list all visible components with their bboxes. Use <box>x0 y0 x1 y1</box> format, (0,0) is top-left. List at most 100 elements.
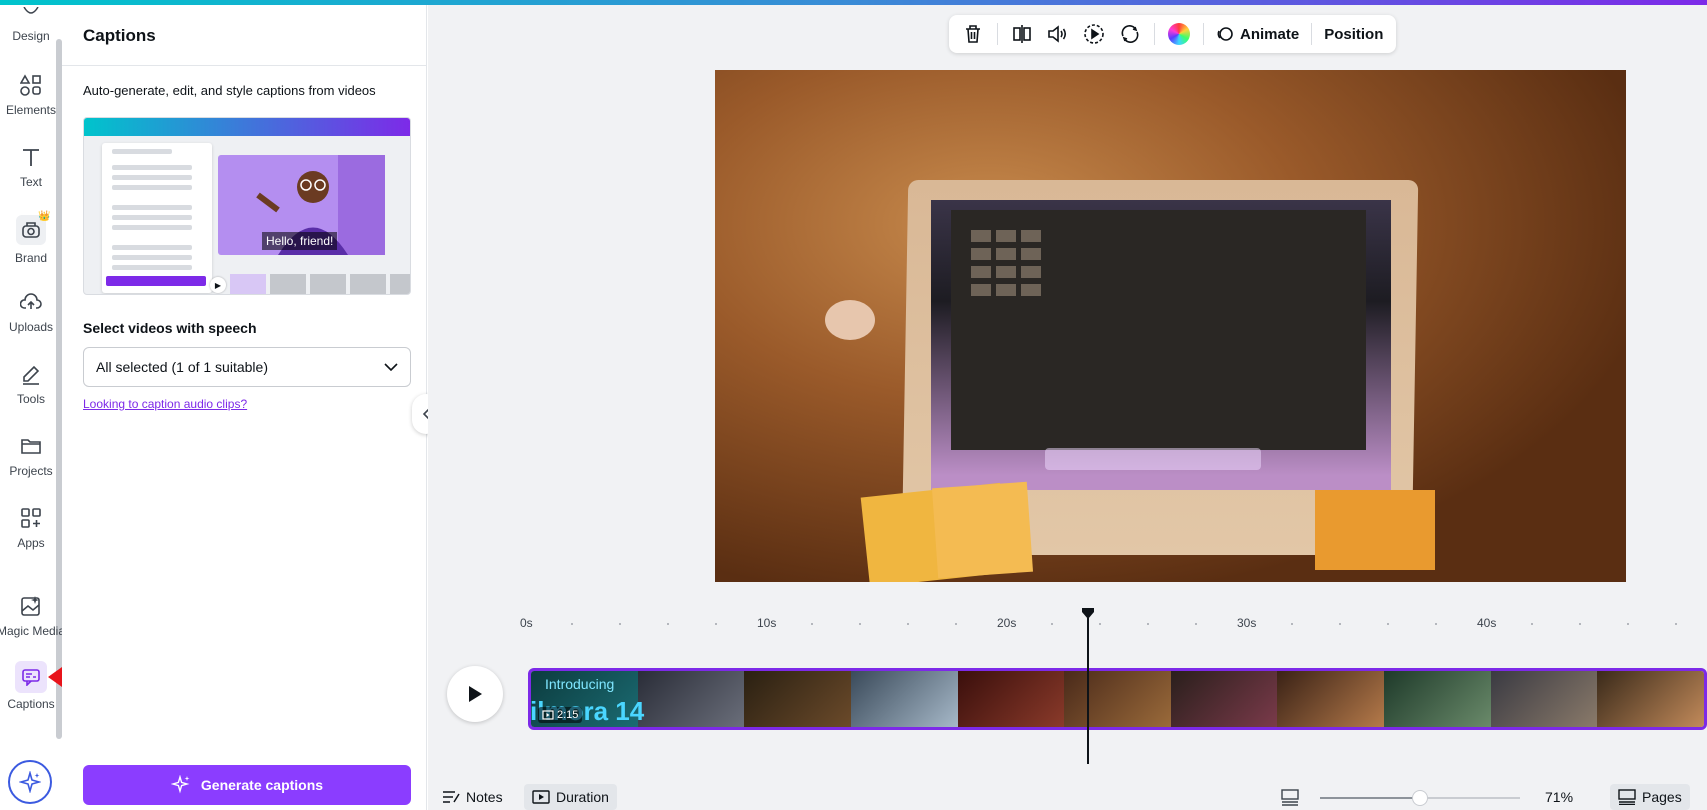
preview-strip-frame <box>350 274 386 294</box>
rail-label: Elements <box>5 103 57 117</box>
premium-crown-icon: 👑 <box>38 211 51 222</box>
divider <box>1311 23 1313 45</box>
trash-icon[interactable] <box>957 18 989 50</box>
panel-title: Captions <box>83 26 156 45</box>
select-videos-label: Select videos with speech <box>83 320 257 336</box>
tick-label: 20s <box>997 616 1017 630</box>
rail-label: Apps <box>17 536 45 550</box>
rail-item-magic-media[interactable]: Magic Media <box>0 594 66 638</box>
left-rail: Design Elements Text 👑 Brand Uploads Too… <box>0 5 90 810</box>
color-icon[interactable] <box>1163 18 1195 50</box>
rail-label: Captions <box>7 697 55 711</box>
notes-icon <box>443 791 460 803</box>
zoom-slider-knob[interactable] <box>1412 790 1428 806</box>
preview-strip-frame <box>310 274 346 294</box>
animate-button[interactable]: Animate <box>1212 18 1303 50</box>
divider <box>62 65 427 66</box>
video-select-dropdown[interactable]: All selected (1 of 1 suitable) <box>83 347 411 387</box>
playback-icon[interactable] <box>1078 18 1110 50</box>
sparkle-icon <box>19 771 41 793</box>
rail-label: Uploads <box>8 320 54 334</box>
volume-icon[interactable] <box>1042 18 1074 50</box>
preview-caption-text: Hello, friend! <box>262 232 338 250</box>
pages-button[interactable]: Pages <box>1610 784 1690 810</box>
video-clip-track[interactable] <box>528 668 1707 730</box>
loop-icon[interactable] <box>1114 18 1146 50</box>
uploads-icon <box>19 290 43 314</box>
page-view-icon <box>1281 789 1299 806</box>
tools-icon <box>19 362 43 386</box>
captions-icon <box>15 661 47 693</box>
rail-label: Design <box>12 29 50 43</box>
preview-strip-frame <box>390 274 410 294</box>
duration-button[interactable]: Duration <box>524 784 617 810</box>
zoom-value[interactable]: 71% <box>1545 784 1573 810</box>
video-laptop-window <box>951 210 1366 450</box>
text-icon <box>19 145 43 169</box>
rail-label: Tools <box>16 392 45 406</box>
rail-item-uploads[interactable]: Uploads <box>0 290 62 334</box>
zoom-slider-fill <box>1320 797 1420 799</box>
duration-icon <box>532 790 550 804</box>
flip-icon[interactable] <box>1006 18 1038 50</box>
rail-label: Brand <box>14 251 48 265</box>
zoom-slider[interactable] <box>1320 790 1520 806</box>
rail-item-design[interactable]: Design <box>0 5 62 43</box>
timeline-play-button[interactable] <box>447 666 503 722</box>
element-toolbar: Animate Position <box>949 15 1396 53</box>
notes-button[interactable]: Notes <box>442 784 503 810</box>
captions-preview-image: Hello, friend! ▶ <box>83 117 411 295</box>
video-lamp <box>825 300 875 340</box>
rail-item-tools[interactable]: Tools <box>0 362 62 406</box>
divider <box>997 23 998 45</box>
rail-label: Projects <box>9 464 53 478</box>
video-dock <box>1045 448 1261 470</box>
projects-icon <box>19 434 43 458</box>
clip-duration-badge: 2:15 <box>538 707 583 723</box>
panel-description: Auto-generate, edit, and style captions … <box>83 83 376 98</box>
tick-label: 10s <box>757 616 777 630</box>
sparkle-icon <box>170 775 190 794</box>
rail-item-elements[interactable]: Elements <box>0 73 62 117</box>
divider <box>1203 23 1204 45</box>
apps-icon <box>19 506 43 530</box>
magic-media-icon <box>19 594 43 618</box>
duration-label: Duration <box>556 789 609 805</box>
preview-gradient <box>84 118 410 136</box>
clip-duration: 2:15 <box>557 709 579 721</box>
tick-label: 0s <box>520 616 533 630</box>
chevron-down-icon <box>384 363 398 371</box>
generate-captions-button[interactable]: Generate captions <box>83 765 411 805</box>
rail-item-text[interactable]: Text <box>0 145 62 189</box>
play-icon <box>469 686 482 702</box>
position-button[interactable]: Position <box>1320 18 1387 50</box>
elements-icon <box>19 73 43 97</box>
rail-label: Magic Media <box>0 624 66 638</box>
preview-selected-bar <box>106 276 206 286</box>
design-icon <box>19 5 43 19</box>
video-sticky-note <box>1315 490 1435 570</box>
rail-label: Text <box>19 175 42 189</box>
animate-icon <box>1217 27 1233 41</box>
magic-assistant-button[interactable] <box>8 760 52 804</box>
preview-play-icon: ▶ <box>210 277 226 293</box>
playhead[interactable] <box>1087 618 1089 764</box>
caption-audio-link[interactable]: Looking to caption audio clips? <box>83 397 247 411</box>
generate-captions-label: Generate captions <box>200 777 324 793</box>
pages-label: Pages <box>1642 789 1682 805</box>
preview-caption-sheet <box>102 143 212 293</box>
animate-label: Animate <box>1240 25 1300 43</box>
video-canvas[interactable] <box>715 70 1626 582</box>
rail-item-projects[interactable]: Projects <box>0 434 62 478</box>
tick-label: 30s <box>1237 616 1257 630</box>
captions-panel: Captions Auto-generate, edit, and style … <box>62 5 427 810</box>
preview-strip-frame <box>230 274 266 294</box>
pages-icon <box>1618 789 1636 805</box>
preview-strip-frame <box>270 274 306 294</box>
rail-item-brand[interactable]: 👑 Brand <box>0 211 62 265</box>
notes-label: Notes <box>466 789 503 805</box>
select-value: All selected (1 of 1 suitable) <box>96 359 268 375</box>
rail-item-apps[interactable]: Apps <box>0 506 62 550</box>
page-view-button[interactable] <box>1280 784 1300 810</box>
bottom-bar: Notes Duration 71% Pages <box>428 784 1707 810</box>
